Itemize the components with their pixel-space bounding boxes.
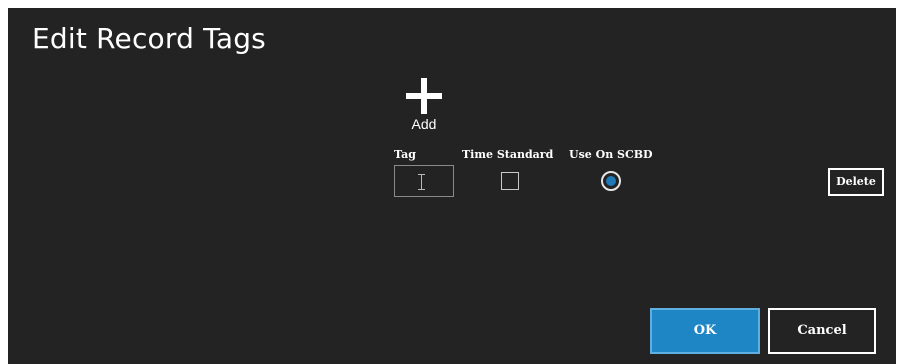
radio-selected-dot — [606, 176, 616, 186]
text-cursor-icon — [418, 174, 427, 190]
time-standard-checkbox[interactable] — [501, 172, 519, 190]
edit-record-tags-dialog: Edit Record Tags Add Tag Time Standard U… — [8, 8, 896, 364]
add-button[interactable]: Add — [402, 78, 446, 140]
plus-icon — [406, 78, 442, 114]
tag-input[interactable] — [394, 165, 454, 197]
add-label: Add — [411, 116, 437, 132]
column-header-time-standard: Time Standard — [462, 148, 554, 161]
use-on-scbd-radio[interactable] — [601, 171, 621, 191]
delete-button[interactable]: Delete — [828, 168, 884, 196]
cancel-button[interactable]: Cancel — [768, 308, 876, 354]
column-header-tag: Tag — [394, 148, 416, 161]
ok-button[interactable]: OK — [650, 308, 760, 354]
column-header-use-on-scbd: Use On SCBD — [569, 148, 653, 161]
dialog-title: Edit Record Tags — [32, 22, 266, 55]
